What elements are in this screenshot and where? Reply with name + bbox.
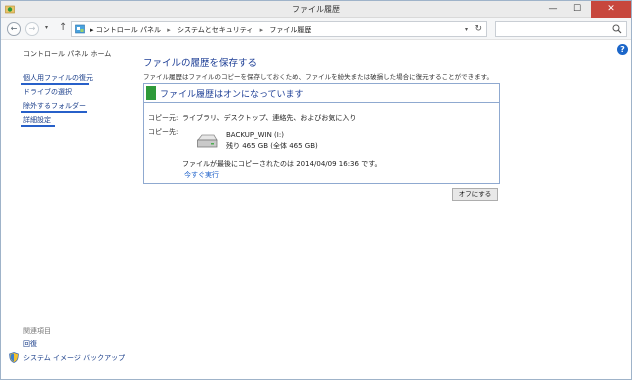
drive-space: 残り 465 GB (全体 465 GB) — [226, 142, 318, 150]
control-panel-home-link[interactable]: コントロール パネル ホーム — [23, 49, 111, 59]
annotation-underline — [21, 83, 89, 85]
recent-locations-dropdown[interactable]: ▾ — [45, 24, 48, 31]
page-description: ファイル履歴はファイルのコピーを保存しておくため、ファイルを紛失または破損した場… — [143, 73, 493, 81]
page-title: ファイルの履歴を保存する — [143, 58, 258, 69]
crumb-separator: ▸ — [167, 26, 171, 34]
file-history-window: ファイル履歴 — ☐ ✕ ← → ▾ ↑ ▸ コントロール パネル ▸ システム… — [0, 0, 632, 380]
breadcrumb: ▸ コントロール パネル ▸ システムとセキュリティ ▸ ファイル履歴 — [90, 25, 311, 35]
status-panel: ファイル履歴はオンになっています コピー元: ライブラリ、デスクトップ、連絡先、… — [143, 83, 500, 184]
refresh-icon[interactable]: ↻ — [474, 24, 482, 34]
address-dropdown-icon[interactable]: ▾ — [465, 26, 468, 33]
last-copy-time: ファイルが最後にコピーされたのは 2014/04/09 16:36 です。 — [182, 160, 382, 168]
copy-from-value: ライブラリ、デスクトップ、連絡先、およびお気に入り — [182, 114, 357, 122]
search-icon[interactable] — [612, 24, 622, 34]
navigation-bar: ← → ▾ ↑ ▸ コントロール パネル ▸ システムとセキュリティ ▸ ファイ… — [1, 18, 631, 40]
help-icon[interactable]: ? — [617, 44, 628, 55]
crumb-separator: ▸ — [90, 26, 94, 34]
sidebar-item-select-drive[interactable]: ドライブの選択 — [23, 87, 72, 97]
see-also-heading: 関連項目 — [23, 327, 51, 335]
recovery-link[interactable]: 回復 — [23, 339, 37, 349]
window-title: ファイル履歴 — [292, 5, 340, 14]
annotation-underline — [21, 111, 87, 113]
status-header: ファイル履歴はオンになっています — [144, 84, 499, 103]
breadcrumb-item-system-security[interactable]: システムとセキュリティ — [177, 26, 253, 34]
copy-to-label: コピー先: — [148, 128, 179, 136]
sidebar-item-advanced-settings[interactable]: 詳細設定 — [23, 115, 51, 125]
status-on-indicator — [146, 86, 156, 100]
breadcrumb-item-control-panel[interactable]: コントロール パネル — [96, 26, 161, 34]
sidebar-item-restore-files[interactable]: 個人用ファイルの復元 — [23, 73, 93, 83]
search-box[interactable] — [495, 21, 627, 37]
copy-from-label: コピー元: — [148, 114, 179, 122]
close-button[interactable]: ✕ — [591, 1, 631, 18]
hard-drive-icon — [197, 134, 218, 148]
sidebar: コントロール パネル ホーム 個人用ファイルの復元 ドライブの選択 除外するフォ… — [1, 41, 131, 379]
status-text: ファイル履歴はオンになっています — [160, 90, 304, 100]
sidebar-item-exclude-folders[interactable]: 除外するフォルダー — [23, 101, 86, 111]
shield-icon — [9, 352, 19, 363]
minimize-button[interactable]: — — [541, 1, 565, 18]
main-content: ファイルの履歴を保存する ファイル履歴はファイルのコピーを保存しておくため、ファ… — [143, 41, 503, 241]
annotation-underline — [21, 125, 55, 127]
turn-off-button[interactable]: オフにする — [452, 188, 498, 201]
maximize-button[interactable]: ☐ — [565, 1, 589, 18]
control-panel-icon — [75, 24, 85, 34]
back-button[interactable]: ← — [7, 22, 21, 36]
drive-name: BACKUP_WIN (I:) — [226, 131, 284, 139]
up-button[interactable]: ↑ — [59, 22, 67, 33]
forward-button[interactable]: → — [25, 22, 39, 36]
system-image-backup-link[interactable]: システム イメージ バックアップ — [23, 353, 125, 363]
run-now-link[interactable]: 今すぐ実行 — [184, 170, 219, 180]
title-bar[interactable]: ファイル履歴 — ☐ ✕ — [1, 1, 631, 18]
crumb-separator: ▸ — [259, 26, 264, 34]
address-bar[interactable]: ▸ コントロール パネル ▸ システムとセキュリティ ▸ ファイル履歴 ▾ ↻ — [71, 21, 487, 37]
breadcrumb-item-file-history[interactable]: ファイル履歴 — [269, 26, 311, 34]
